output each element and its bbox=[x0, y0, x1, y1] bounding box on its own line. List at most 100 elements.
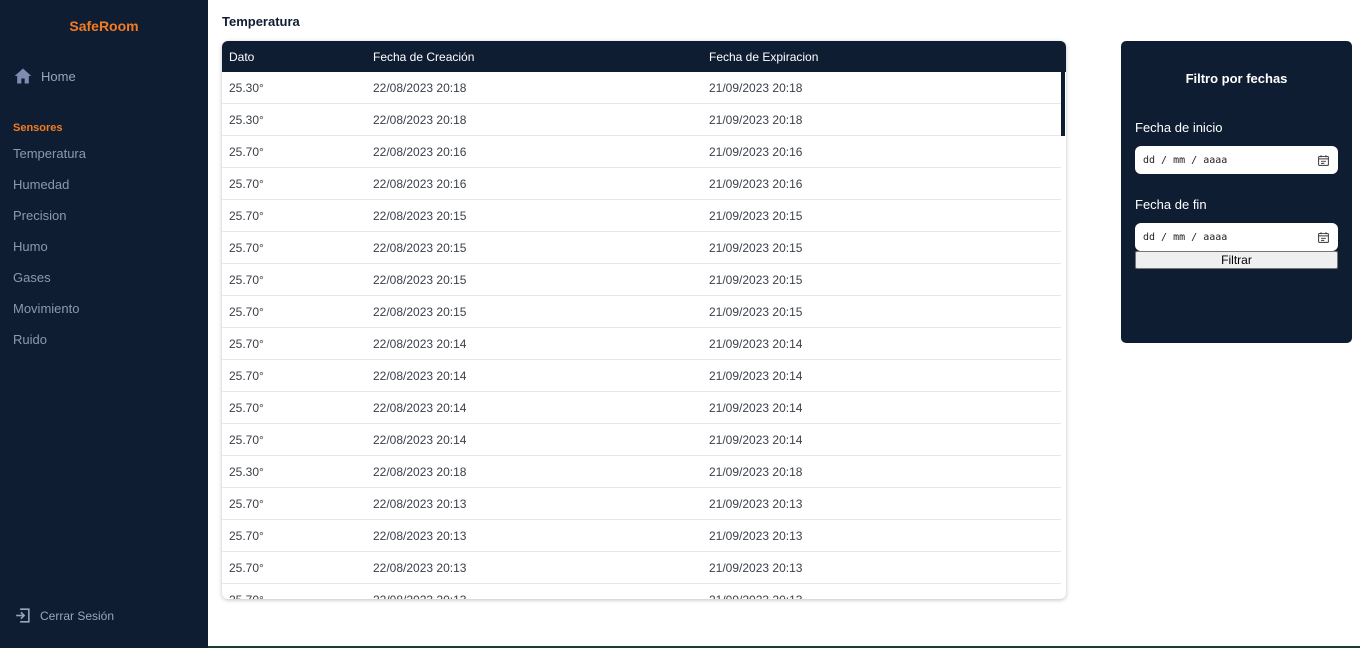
cell-dato: 25.70° bbox=[229, 304, 264, 319]
calendar-icon[interactable] bbox=[1317, 231, 1330, 244]
end-date-input[interactable]: dd / mm / aaaa bbox=[1135, 223, 1338, 251]
cell-dato: 25.70° bbox=[229, 208, 264, 223]
nav-item-movimiento[interactable]: Movimiento bbox=[13, 299, 86, 330]
nav-item-temperatura[interactable]: Temperatura bbox=[13, 144, 86, 175]
cell-fecha-expiracion: 21/09/2023 20:16 bbox=[709, 144, 803, 159]
table-scrollbar[interactable] bbox=[1061, 41, 1065, 136]
cell-fecha-creacion: 22/08/2023 20:14 bbox=[373, 400, 467, 415]
table-row: 25.70° 22/08/2023 20:16 21/09/2023 20:16 bbox=[222, 136, 1061, 168]
cell-fecha-expiracion: 21/09/2023 20:15 bbox=[709, 304, 803, 319]
date-filter-panel: Filtro por fechas Fecha de inicio dd / m… bbox=[1121, 41, 1352, 343]
cell-fecha-expiracion: 21/09/2023 20:18 bbox=[709, 464, 803, 479]
cell-dato: 25.70° bbox=[229, 528, 264, 543]
column-header-fecha-creacion: Fecha de Creación bbox=[373, 49, 475, 64]
cell-fecha-expiracion: 21/09/2023 20:14 bbox=[709, 432, 803, 447]
cell-fecha-expiracion: 21/09/2023 20:15 bbox=[709, 240, 803, 255]
data-table: Dato Fecha de Creación Fecha de Expiraci… bbox=[222, 41, 1066, 599]
table-row: 25.70° 22/08/2023 20:15 21/09/2023 20:15 bbox=[222, 264, 1061, 296]
table-row: 25.70° 22/08/2023 20:15 21/09/2023 20:15 bbox=[222, 200, 1061, 232]
sidebar: SafeRoom Home Sensores Temperatura Humeda… bbox=[0, 0, 208, 648]
cell-dato: 25.30° bbox=[229, 112, 264, 127]
cell-dato: 25.70° bbox=[229, 336, 264, 351]
nav-item-precision[interactable]: Precision bbox=[13, 206, 86, 237]
table-row: 25.70° 22/08/2023 20:13 21/09/2023 20:13 bbox=[222, 520, 1061, 552]
cell-fecha-creacion: 22/08/2023 20:13 bbox=[366, 593, 702, 600]
column-header-dato: Dato bbox=[229, 49, 255, 64]
column-header-fecha-expiracion: Fecha de Expiracion bbox=[709, 49, 819, 64]
table-row: 25.70° 22/08/2023 20:14 21/09/2023 20:14 bbox=[222, 328, 1061, 360]
cell-dato: 25.30° bbox=[229, 464, 264, 479]
cell-fecha-creacion: 22/08/2023 20:15 bbox=[373, 304, 467, 319]
logout-icon bbox=[16, 608, 30, 623]
cell-fecha-creacion: 22/08/2023 20:16 bbox=[373, 144, 467, 159]
cell-fecha-expiracion: 21/09/2023 20:14 bbox=[709, 400, 803, 415]
table-row: 25.70° 22/08/2023 20:16 21/09/2023 20:16 bbox=[222, 168, 1061, 200]
start-date-label: Fecha de inicio bbox=[1135, 120, 1223, 135]
nav-item-ruido[interactable]: Ruido bbox=[13, 330, 86, 361]
filter-title: Filtro por fechas bbox=[1185, 71, 1288, 86]
table-row: 25.70°22/08/2023 20:1321/09/2023 20:13 bbox=[222, 584, 1061, 600]
table-row: 25.70° 22/08/2023 20:15 21/09/2023 20:15 bbox=[222, 232, 1061, 264]
cell-fecha-creacion: 22/08/2023 20:13 bbox=[373, 528, 467, 543]
cell-fecha-creacion: 22/08/2023 20:13 bbox=[373, 560, 467, 575]
cell-fecha-expiracion: 21/09/2023 20:13 bbox=[709, 496, 803, 511]
cell-dato: 25.70° bbox=[222, 593, 366, 600]
cell-dato: 25.70° bbox=[229, 432, 264, 447]
brand-logo: SafeRoom bbox=[69, 18, 139, 34]
cell-fecha-expiracion: 21/09/2023 20:13 bbox=[709, 528, 803, 543]
table-row: 25.70° 22/08/2023 20:14 21/09/2023 20:14 bbox=[222, 360, 1061, 392]
table-row: 25.70° 22/08/2023 20:14 21/09/2023 20:14 bbox=[222, 424, 1061, 456]
cell-fecha-expiracion: 21/09/2023 20:15 bbox=[709, 272, 803, 287]
cell-dato: 25.70° bbox=[229, 272, 264, 287]
cell-fecha-expiracion: 21/09/2023 20:18 bbox=[709, 112, 803, 127]
cell-fecha-expiracion: 21/09/2023 20:13 bbox=[702, 593, 1061, 600]
cell-fecha-expiracion: 21/09/2023 20:14 bbox=[709, 336, 803, 351]
app-root: SafeRoom Home Sensores Temperatura Humeda… bbox=[0, 0, 1360, 648]
cell-fecha-expiracion: 21/09/2023 20:13 bbox=[709, 560, 803, 575]
cell-dato: 25.70° bbox=[229, 144, 264, 159]
table-row: 25.70° 22/08/2023 20:13 21/09/2023 20:13 bbox=[222, 488, 1061, 520]
sensor-nav-list: Temperatura Humedad Precision Humo Gases Movi… bbox=[13, 144, 86, 361]
table-row: 25.70° 22/08/2023 20:15 21/09/2023 20:15 bbox=[222, 296, 1061, 328]
page-title: Temperatura bbox=[222, 14, 300, 29]
nav-home[interactable]: Home bbox=[13, 66, 76, 86]
section-label-sensores: Sensores bbox=[13, 122, 63, 134]
nav-home-label: Home bbox=[41, 68, 76, 84]
cell-fecha-creacion: 22/08/2023 20:14 bbox=[373, 368, 467, 383]
cell-fecha-expiracion: 21/09/2023 20:14 bbox=[709, 368, 803, 383]
cell-fecha-expiracion: 21/09/2023 20:16 bbox=[709, 176, 803, 191]
start-date-input[interactable]: dd / mm / aaaa bbox=[1135, 146, 1338, 174]
cell-dato: 25.70° bbox=[229, 176, 264, 191]
cell-dato: 25.70° bbox=[229, 368, 264, 383]
cell-fecha-creacion: 22/08/2023 20:18 bbox=[373, 464, 467, 479]
cell-dato: 25.70° bbox=[229, 496, 264, 511]
cell-fecha-creacion: 22/08/2023 20:15 bbox=[373, 208, 467, 223]
calendar-icon[interactable] bbox=[1317, 154, 1330, 167]
nav-item-humo[interactable]: Humo bbox=[13, 237, 86, 268]
end-date-label: Fecha de fin bbox=[1135, 197, 1207, 212]
home-icon bbox=[14, 68, 32, 84]
nav-item-gases[interactable]: Gases bbox=[13, 268, 86, 299]
filter-button[interactable]: Filtrar bbox=[1135, 251, 1338, 269]
table-row: 25.30° 22/08/2023 20:18 21/09/2023 20:18 bbox=[222, 72, 1061, 104]
cell-dato: 25.30° bbox=[229, 80, 264, 95]
cell-fecha-creacion: 22/08/2023 20:13 bbox=[373, 496, 467, 511]
cell-fecha-creacion: 22/08/2023 20:15 bbox=[373, 240, 467, 255]
logout-label: Cerrar Sesión bbox=[40, 608, 115, 623]
cell-fecha-expiracion: 21/09/2023 20:18 bbox=[709, 80, 803, 95]
table-header: Dato Fecha de Creación Fecha de Expiraci… bbox=[222, 41, 1066, 72]
cell-fecha-expiracion: 21/09/2023 20:15 bbox=[709, 208, 803, 223]
logout-button[interactable]: Cerrar Sesión bbox=[13, 606, 114, 625]
cell-dato: 25.70° bbox=[229, 240, 264, 255]
table-row: 25.70° 22/08/2023 20:13 21/09/2023 20:13 bbox=[222, 552, 1061, 584]
start-date-placeholder: dd / mm / aaaa bbox=[1143, 154, 1228, 166]
end-date-placeholder: dd / mm / aaaa bbox=[1143, 231, 1228, 243]
cell-fecha-creacion: 22/08/2023 20:18 bbox=[373, 80, 467, 95]
table-body[interactable]: 25.30° 22/08/2023 20:18 21/09/2023 20:18 25… bbox=[222, 72, 1066, 599]
cell-fecha-creacion: 22/08/2023 20:15 bbox=[373, 272, 467, 287]
cell-fecha-creacion: 22/08/2023 20:14 bbox=[373, 432, 467, 447]
cell-fecha-creacion: 22/08/2023 20:18 bbox=[373, 112, 467, 127]
cell-fecha-creacion: 22/08/2023 20:16 bbox=[373, 176, 467, 191]
nav-item-humedad[interactable]: Humedad bbox=[13, 175, 86, 206]
cell-dato: 25.70° bbox=[229, 560, 264, 575]
